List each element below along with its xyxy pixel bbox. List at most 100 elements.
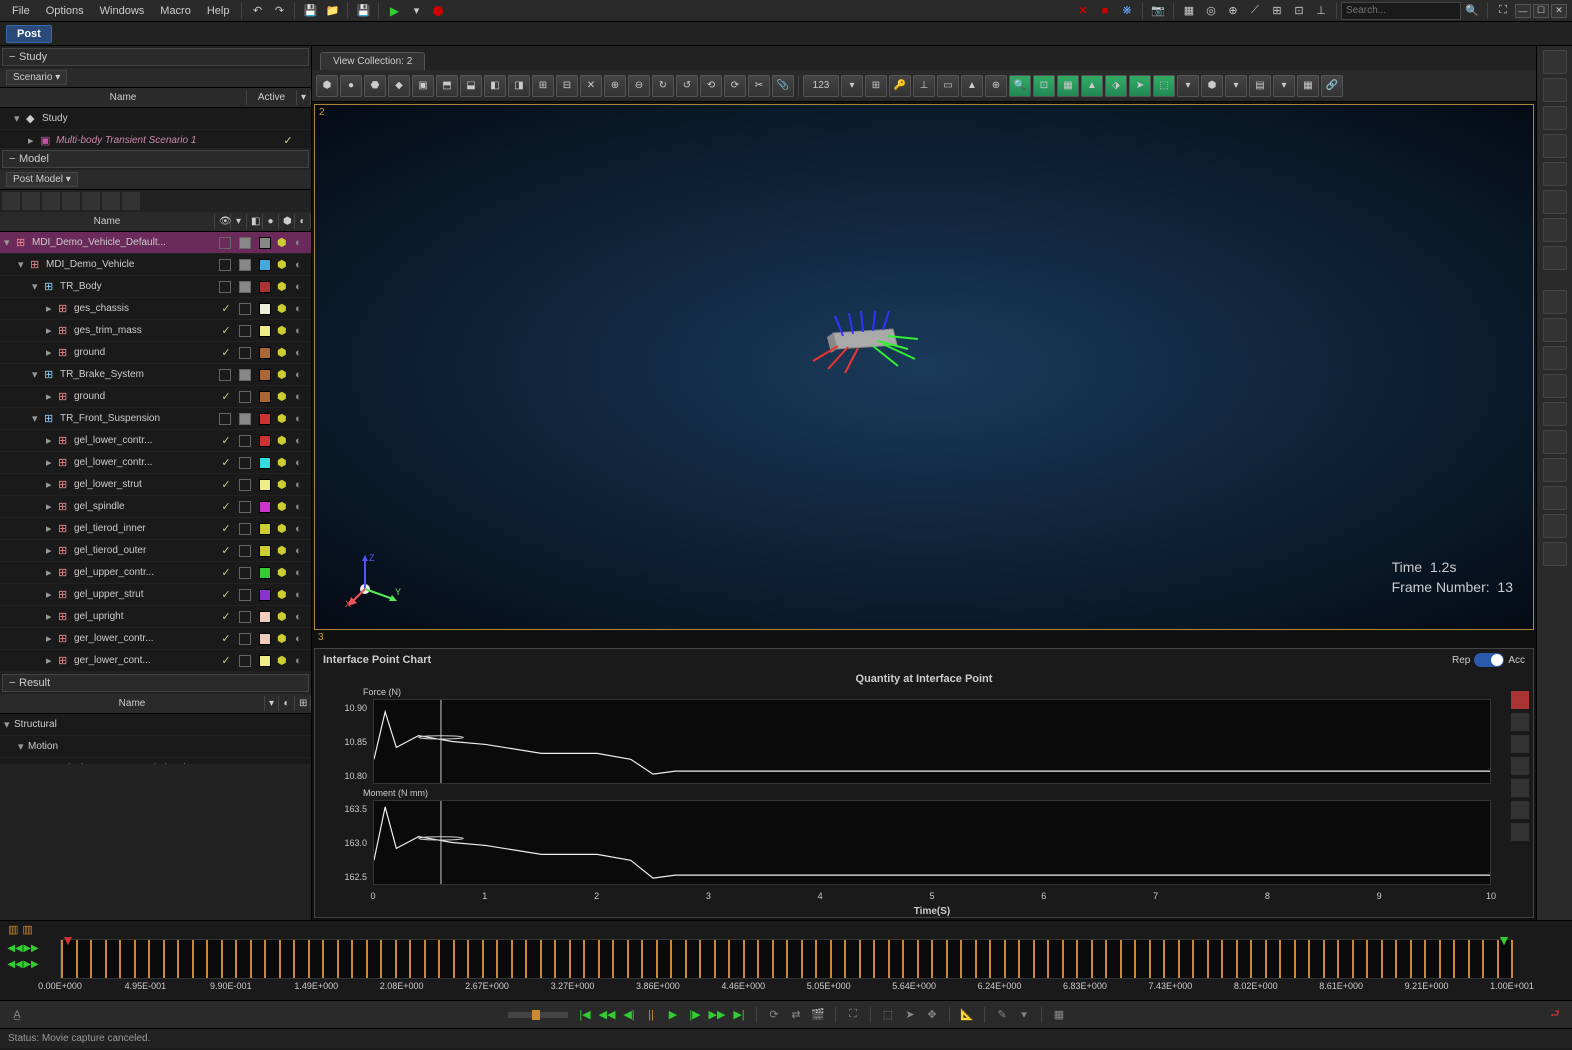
view-tool-1-icon[interactable]: ●: [340, 75, 362, 97]
right-tool-17-icon[interactable]: [1543, 542, 1567, 566]
timeline-start-marker[interactable]: ▼: [61, 932, 75, 948]
color-swatch[interactable]: [259, 347, 271, 359]
primitive-icon[interactable]: ⬢: [277, 434, 291, 447]
view-tool-12-icon[interactable]: ⊕: [604, 75, 626, 97]
shade-icon[interactable]: ◐: [295, 611, 309, 623]
view-tool-16-icon[interactable]: ⟲: [700, 75, 722, 97]
mode-checkbox[interactable]: [239, 655, 251, 667]
primitive-icon[interactable]: ⬢: [277, 412, 291, 425]
view-tool2-17-icon[interactable]: ▤: [1249, 75, 1271, 97]
chart-opts-icon[interactable]: [1511, 801, 1529, 819]
expand-icon[interactable]: ▸: [46, 302, 56, 315]
shade-icon[interactable]: ◐: [295, 347, 309, 359]
color-swatch[interactable]: [259, 237, 271, 249]
expand-icon[interactable]: ▸: [46, 654, 56, 667]
shade-icon[interactable]: ◐: [295, 413, 309, 425]
expand-icon[interactable]: ▸: [46, 632, 56, 645]
chart-close-icon[interactable]: [1511, 691, 1529, 709]
shade-icon[interactable]: ◐: [295, 501, 309, 513]
open-icon[interactable]: 📁: [323, 2, 341, 20]
mode-checkbox[interactable]: [239, 545, 251, 557]
tree-tool1-icon[interactable]: [2, 192, 20, 210]
tool5-icon[interactable]: ⊞: [1268, 2, 1286, 20]
view-collection-tab[interactable]: View Collection: 2: [320, 52, 425, 70]
color-swatch[interactable]: [259, 523, 271, 535]
visible-check-icon[interactable]: ✓: [219, 566, 233, 579]
shade-icon[interactable]: ◐: [295, 479, 309, 491]
visible-check-icon[interactable]: ✓: [219, 588, 233, 601]
view-tool2-13-icon[interactable]: ⬚: [1153, 75, 1175, 97]
menu-help[interactable]: Help: [199, 3, 238, 19]
right-tool-5-icon[interactable]: [1543, 190, 1567, 214]
active-check-icon[interactable]: ✓: [281, 134, 295, 147]
tl-step-back-icon[interactable]: ◀◀: [8, 957, 22, 971]
mode-checkbox[interactable]: [239, 435, 251, 447]
color-swatch[interactable]: [259, 501, 271, 513]
tree-row[interactable]: ▸⊞gel_upper_strut✓⬢◐: [0, 584, 311, 606]
record-icon[interactable]: [429, 2, 447, 20]
visible-checkbox[interactable]: [219, 237, 231, 249]
tree-row[interactable]: ▾⊞TR_Body⬢◐: [0, 276, 311, 298]
result-panel-header[interactable]: −Result: [2, 674, 309, 692]
expand-icon[interactable]: ▸: [46, 522, 56, 535]
color-swatch[interactable]: [259, 435, 271, 447]
numbering-button[interactable]: 123: [803, 75, 839, 97]
shade-icon[interactable]: ◐: [295, 281, 309, 293]
right-tool-0-icon[interactable]: [1543, 50, 1567, 74]
view-tool2-2-icon[interactable]: 🔑: [889, 75, 911, 97]
view-tool-14-icon[interactable]: ↻: [652, 75, 674, 97]
sync-icon[interactable]: ⇄: [787, 1006, 805, 1024]
right-tool-9-icon[interactable]: [1543, 318, 1567, 342]
shade-icon[interactable]: ◐: [295, 633, 309, 645]
mode-checkbox[interactable]: [239, 391, 251, 403]
mode-checkbox[interactable]: [239, 567, 251, 579]
minimize-button[interactable]: —: [1515, 4, 1531, 18]
color-swatch[interactable]: [259, 413, 271, 425]
view-tool2-10-icon[interactable]: ▲: [1081, 75, 1103, 97]
expand-icon[interactable]: ▸: [46, 478, 56, 491]
post-model-dropdown[interactable]: Post Model ▾: [6, 172, 78, 187]
tree-row[interactable]: ▸⊞ger_lower_cont...✓⬢◐: [0, 650, 311, 672]
color-swatch[interactable]: [259, 611, 271, 623]
shade-icon[interactable]: ◐: [295, 237, 309, 249]
more-icon[interactable]: ▾: [1015, 1006, 1033, 1024]
primitive-icon[interactable]: ⬢: [277, 280, 291, 293]
primitive-icon[interactable]: ⬢: [277, 236, 291, 249]
target-icon[interactable]: ◎: [1202, 2, 1220, 20]
right-tool-14-icon[interactable]: [1543, 458, 1567, 482]
search-icon[interactable]: 🔍: [1463, 2, 1481, 20]
tree-tool5-icon[interactable]: [82, 192, 100, 210]
mode-checkbox[interactable]: [239, 589, 251, 601]
view-tool2-8-icon[interactable]: ⊡: [1033, 75, 1055, 97]
step-fwd-icon[interactable]: |▶: [686, 1006, 704, 1024]
shade-icon[interactable]: ◐: [295, 303, 309, 315]
mode-checkbox[interactable]: [239, 369, 251, 381]
view-tool2-6-icon[interactable]: ⊕: [985, 75, 1007, 97]
menu-options[interactable]: Options: [38, 3, 92, 19]
visible-check-icon[interactable]: ✓: [219, 346, 233, 359]
expand-icon[interactable]: ▸: [46, 324, 56, 337]
select-icon[interactable]: ⬚: [879, 1006, 897, 1024]
view-tool-5-icon[interactable]: ⬒: [436, 75, 458, 97]
view-tool-9-icon[interactable]: ⊞: [532, 75, 554, 97]
shade-icon[interactable]: ◐: [295, 325, 309, 337]
expand-icon[interactable]: ▸: [46, 390, 56, 403]
shade-icon[interactable]: ◐: [295, 523, 309, 535]
view-tool-7-icon[interactable]: ◧: [484, 75, 506, 97]
tree-row[interactable]: ▸⊞gel_spindle✓⬢◐: [0, 496, 311, 518]
menu-windows[interactable]: Windows: [92, 3, 153, 19]
timeline-mode1-icon[interactable]: ▥: [8, 923, 18, 936]
visible-check-icon[interactable]: ✓: [219, 500, 233, 513]
grid-icon[interactable]: ▦: [1180, 2, 1198, 20]
refresh-icon[interactable]: ❋: [1118, 2, 1136, 20]
view-tool-15-icon[interactable]: ↺: [676, 75, 698, 97]
tree-row[interactable]: ▸⊞gel_lower_contr...✓⬢◐: [0, 452, 311, 474]
right-tool-4-icon[interactable]: [1543, 162, 1567, 186]
visible-check-icon[interactable]: ✓: [219, 478, 233, 491]
eye-col-icon[interactable]: 👁: [215, 214, 231, 229]
search-input[interactable]: [1341, 2, 1461, 20]
expand-icon[interactable]: ▸: [46, 456, 56, 469]
visible-checkbox[interactable]: [219, 281, 231, 293]
shade-icon[interactable]: ◐: [295, 259, 309, 271]
view-tool2-0-icon[interactable]: ▾: [841, 75, 863, 97]
